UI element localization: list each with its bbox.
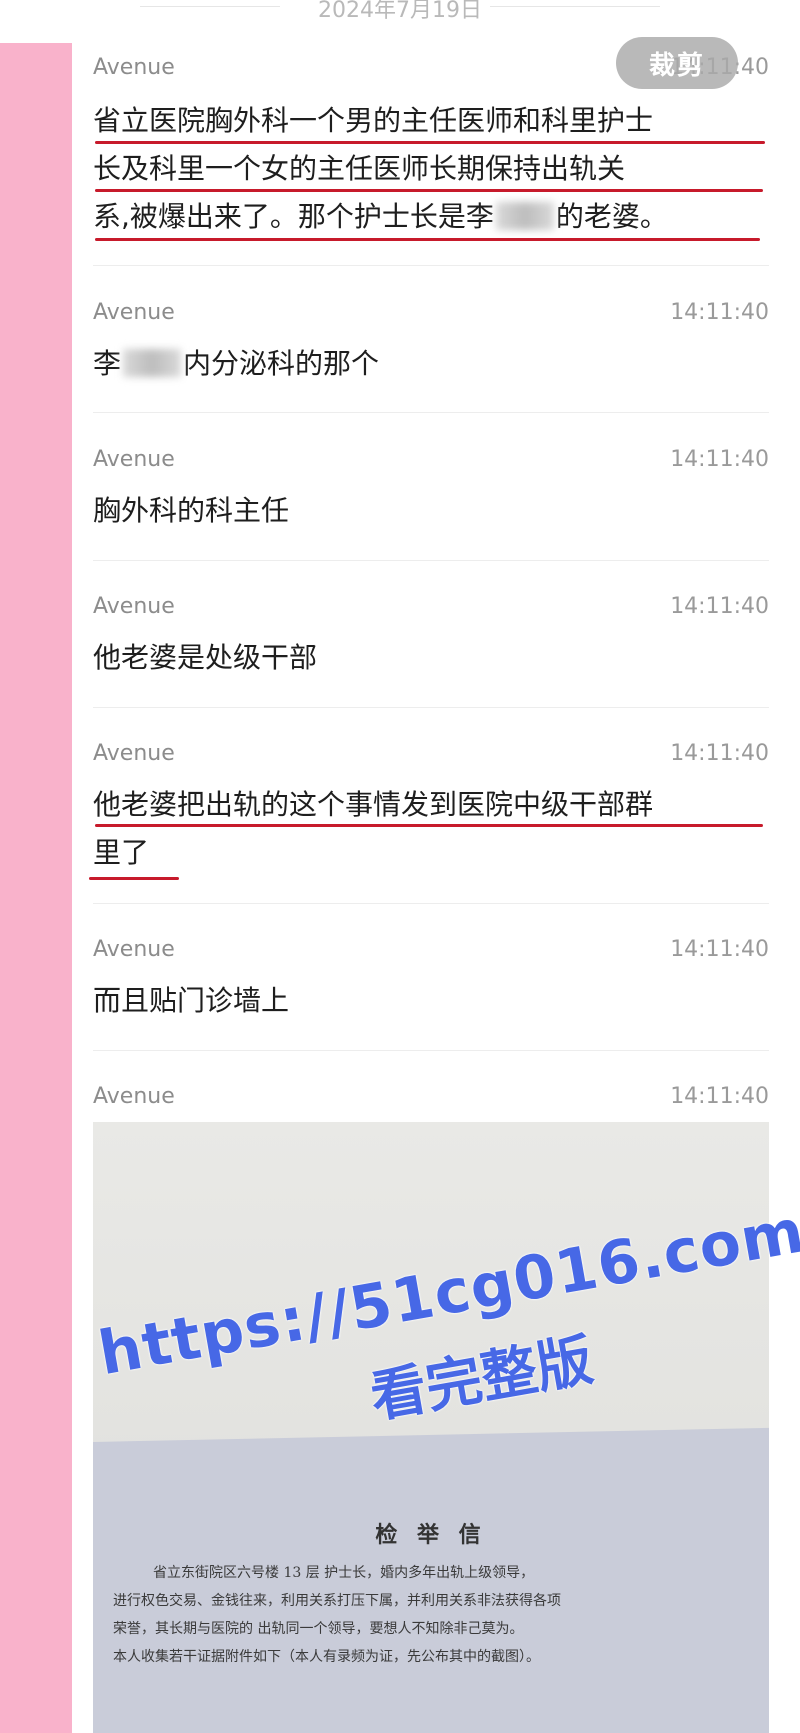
message-divider xyxy=(93,1050,769,1051)
date-label: 2024年7月19日 xyxy=(318,0,482,23)
letter-line: 省立东街院区六号楼 13 层 护士长，婚内多年出轨上级领导， xyxy=(153,1565,535,1581)
red-underline xyxy=(95,189,763,192)
message-text-line: 长及科里一个女的主任医师长期保持出轨关 xyxy=(93,152,626,185)
chat-message[interactable]: Avenue 14:11:40 他老婆是处级干部 xyxy=(93,594,769,684)
message-text-line: 系,被爆出来了。那个护士长是李 的老婆。 xyxy=(93,193,668,241)
red-underline xyxy=(95,238,760,241)
chat-message[interactable]: Avenue 14:11:40 xyxy=(93,1084,769,1124)
message-text-line: 里了 xyxy=(93,836,150,869)
letter-title: 检 举 信 xyxy=(375,1522,487,1548)
sender-name: Avenue xyxy=(93,447,175,472)
chat-message[interactable]: Avenue 14:11:40 他老婆把出轨的这个事情发到医院中级干部群 里了 xyxy=(89,741,769,891)
message-time: 14:11:40 xyxy=(670,1084,769,1109)
date-header: 2024年7月19日 xyxy=(0,0,800,40)
message-time: 14:11:40 xyxy=(670,447,769,472)
sender-name: Avenue xyxy=(93,1084,175,1109)
message-text-segment: 的老婆。 xyxy=(555,200,668,233)
message-photo[interactable]: 检 举 信 省立东街院区六号楼 13 层 护士长，婚内多年出轨上级领导， 进行权… xyxy=(93,1122,769,1733)
blurred-name xyxy=(123,349,182,377)
message-time: 14:11:40 xyxy=(670,594,769,619)
message-divider xyxy=(93,707,769,708)
red-underline xyxy=(95,141,765,144)
red-underline xyxy=(95,824,763,827)
chat-message[interactable]: Avenue 14:11:40 胸外科的科主任 xyxy=(93,447,769,537)
message-divider xyxy=(93,560,769,561)
message-text-segment: 李 xyxy=(93,347,122,380)
sender-name: Avenue xyxy=(93,741,175,766)
letter-line: 荣誉，其长期与医院的 出轨同一个领导，要想人不知除非己莫为。 xyxy=(113,1621,524,1637)
message-text: 他老婆是处级干部 xyxy=(93,641,318,674)
message-text-segment: 系,被爆出来了。那个护士长是李 xyxy=(93,200,494,233)
message-time: 14:11:40 xyxy=(670,937,769,962)
message-text: 胸外科的科主任 xyxy=(93,494,290,527)
message-time: 14:11:40 xyxy=(670,741,769,766)
sender-name: Avenue xyxy=(93,55,175,80)
message-divider xyxy=(93,903,769,904)
chat-message[interactable]: Avenue 14:11:40 而且贴门诊墙上 xyxy=(93,937,769,1027)
message-text-line: 李 内分泌科的那个 xyxy=(93,340,379,388)
message-divider xyxy=(93,412,769,413)
chat-message[interactable]: Avenue 14:11:40 李 内分泌科的那个 xyxy=(93,300,769,390)
message-time: 14:11:40 xyxy=(670,300,769,325)
message-text-line: 他老婆把出轨的这个事情发到医院中级干部群 xyxy=(93,788,654,821)
message-text-segment: 内分泌科的那个 xyxy=(183,347,380,380)
message-text: 而且贴门诊墙上 xyxy=(93,984,290,1017)
crop-button[interactable]: 裁剪 xyxy=(616,37,738,89)
sender-name: Avenue xyxy=(93,937,175,962)
message-text-line: 省立医院胸外科一个男的主任医师和科里护士 xyxy=(93,104,654,137)
message-divider xyxy=(93,265,769,266)
blurred-name xyxy=(495,202,554,230)
letter-line: 进行权色交易、金钱往来，利用关系打压下属，并利用关系非法获得各项 xyxy=(113,1593,561,1609)
sender-name: Avenue xyxy=(93,300,175,325)
pink-side-bar xyxy=(0,43,72,1733)
red-underline xyxy=(89,877,179,880)
letter-line: 本人收集若干证据附件如下（本人有录频为证，先公布其中的截图）。 xyxy=(113,1649,540,1665)
sender-name: Avenue xyxy=(93,594,175,619)
